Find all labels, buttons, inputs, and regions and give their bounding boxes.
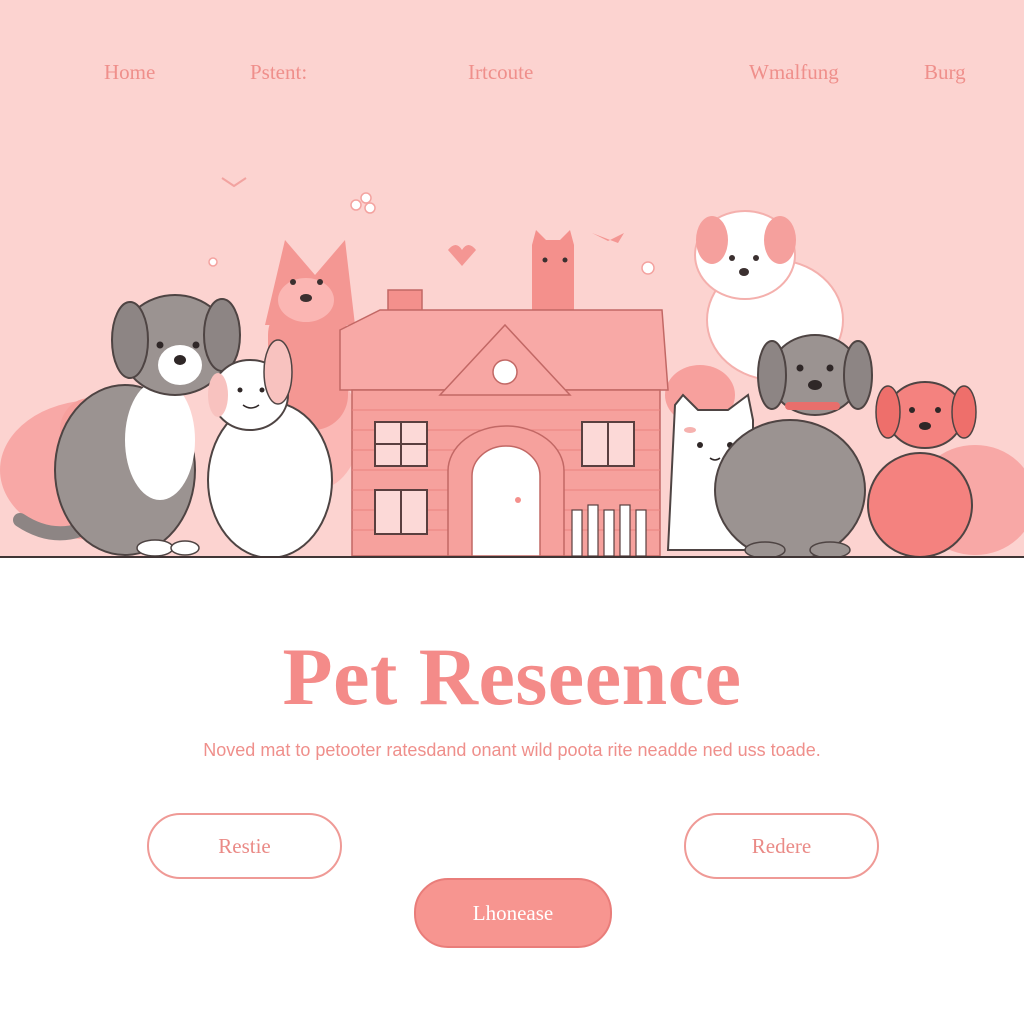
top-navigation: Home Pstent: Irtcoute Wmalfung Burg (0, 0, 1024, 150)
main-content: Pet Reseence Noved mat to petooter rates… (0, 558, 1024, 1024)
nav-link-home[interactable]: Home (104, 60, 155, 85)
house-illustration (339, 289, 669, 557)
page-subtitle: Noved mat to petooter ratesdand onant wi… (203, 740, 821, 760)
hero-banner: Home Pstent: Irtcoute Wmalfung Burg (0, 0, 1024, 558)
restie-button[interactable]: Restie (147, 813, 342, 879)
nav-link-irtcoute[interactable]: Irtcoute (468, 60, 533, 85)
nav-link-pstent[interactable]: Pstent: (250, 60, 307, 85)
redere-button[interactable]: Redere (684, 813, 879, 879)
primary-cta-button[interactable]: Lhonease (414, 878, 612, 948)
cat-on-roof-illustration (532, 230, 574, 310)
nav-link-wmalfung[interactable]: Wmalfung (749, 60, 839, 85)
page-title: Pet Reseence (282, 631, 742, 722)
nav-link-burg[interactable]: Burg (924, 60, 966, 85)
decorative-sparkles (208, 192, 655, 275)
